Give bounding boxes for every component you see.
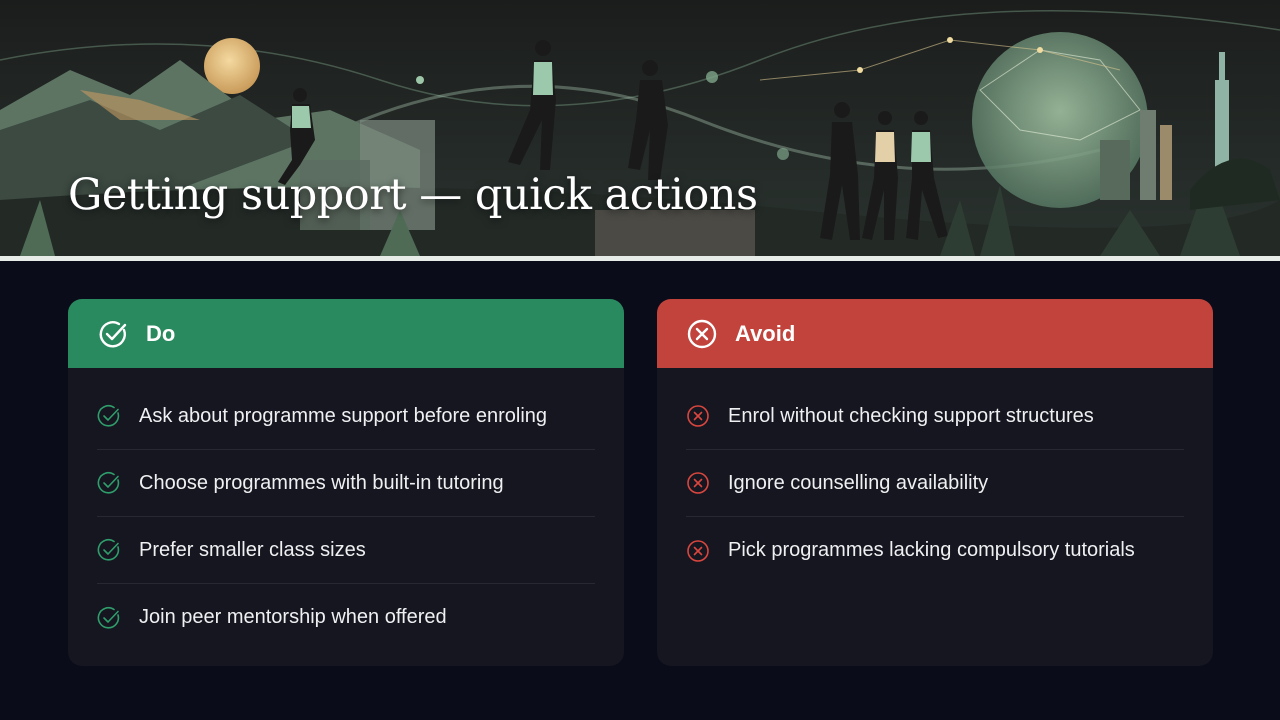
- avoid-list: Enrol without checking support structure…: [657, 368, 1213, 584]
- list-item-text: Join peer mentorship when offered: [139, 606, 447, 628]
- x-circle-icon: [686, 318, 718, 350]
- do-card-title: Do: [146, 320, 176, 346]
- do-list: Ask about programme support before enrol…: [68, 368, 624, 651]
- list-item: Choose programmes with built-in tutoring: [97, 450, 595, 517]
- x-circle-icon: [686, 404, 710, 428]
- avoid-card-header: Avoid: [657, 299, 1213, 368]
- check-circle-icon: [97, 471, 121, 495]
- divider: [0, 256, 1280, 261]
- list-item: Ask about programme support before enrol…: [97, 383, 595, 450]
- list-item-text: Choose programmes with built-in tutoring: [139, 471, 504, 494]
- do-card-header: Do: [68, 299, 624, 368]
- check-circle-icon: [97, 318, 129, 350]
- list-item: Pick programmes lacking compulsory tutor…: [686, 517, 1184, 584]
- page-title: Getting support — quick actions: [68, 170, 758, 220]
- x-circle-icon: [686, 539, 710, 563]
- do-card: Do Ask about programme support before en…: [68, 299, 624, 666]
- list-item-text: Prefer smaller class sizes: [139, 538, 366, 561]
- check-circle-icon: [97, 538, 121, 562]
- check-circle-icon: [97, 606, 121, 630]
- list-item: Prefer smaller class sizes: [97, 517, 595, 584]
- hero-banner: Getting support — quick actions: [0, 0, 1280, 256]
- avoid-card: Avoid Enrol without checking support str…: [657, 299, 1213, 666]
- list-item-text: Enrol without checking support structure…: [728, 404, 1094, 427]
- list-item-text: Ask about programme support before enrol…: [139, 404, 548, 427]
- list-item: Enrol without checking support structure…: [686, 383, 1184, 450]
- list-item-text: Pick programmes lacking compulsory tutor…: [728, 539, 1135, 561]
- avoid-card-title: Avoid: [735, 320, 796, 346]
- list-item-text: Ignore counselling availability: [728, 471, 989, 494]
- list-item: Join peer mentorship when offered: [97, 584, 595, 651]
- check-circle-icon: [97, 404, 121, 428]
- list-item: Ignore counselling availability: [686, 450, 1184, 517]
- x-circle-icon: [686, 471, 710, 495]
